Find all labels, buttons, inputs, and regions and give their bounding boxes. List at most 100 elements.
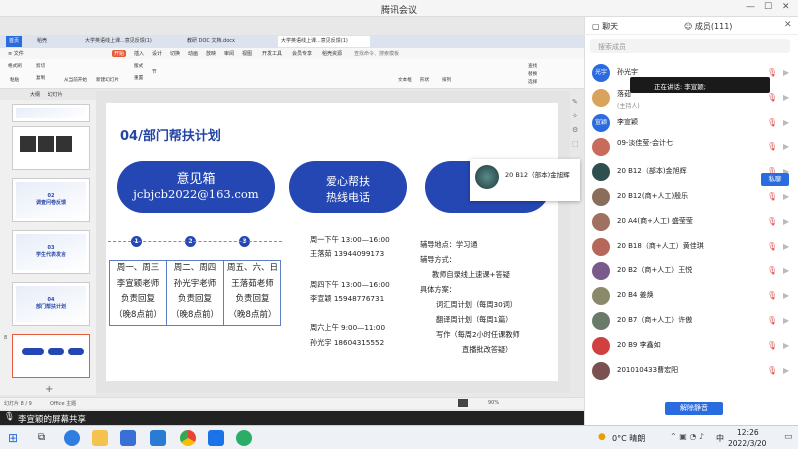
menu-resources[interactable]: 稻壳资源 — [322, 50, 342, 57]
ribbon-select[interactable]: 选择 — [528, 79, 537, 85]
member-row[interactable]: 20 B18（商+人工）黄佳琪 🎙︎ ▶ — [584, 235, 798, 258]
search-command[interactable]: 查找命令、搜索模板 — [354, 50, 399, 57]
file-explorer-icon[interactable] — [92, 430, 108, 446]
tab-chat[interactable]: ▢ 聊天 — [592, 21, 618, 32]
member-row[interactable]: 20 B9 李鑫如 🎙︎ ▶ — [584, 334, 798, 357]
camera-icon[interactable]: ▶ — [783, 93, 789, 102]
ribbon-paste[interactable]: 粘贴 — [10, 77, 19, 83]
select-icon[interactable]: ⬚ — [572, 137, 582, 151]
member-row[interactable]: 20 B7（商+人工）许傲 🎙︎ ▶ — [584, 309, 798, 332]
member-row[interactable]: 20 A4(商+人工) 盛莹莹 🎙︎ ▶ — [584, 210, 798, 233]
play-icon[interactable] — [458, 399, 468, 407]
store-icon[interactable] — [120, 430, 136, 446]
menu-view[interactable]: 视图 — [242, 50, 252, 57]
thumbnail-current[interactable]: 8 — [4, 334, 90, 378]
mic-muted-icon[interactable]: 🎙︎ — [767, 118, 777, 127]
tab-doc-1[interactable]: 大学英语线上课...意见反馈(1) — [82, 36, 178, 47]
mic-muted-icon[interactable]: 🎙︎ — [767, 217, 777, 226]
tab-members[interactable]: ☺ 成员(111) — [684, 21, 732, 32]
ribbon-replace[interactable]: 替换 — [528, 71, 537, 77]
mic-muted-icon[interactable]: 🎙︎ — [767, 68, 777, 77]
mic-muted-icon[interactable]: 🎙︎ — [767, 266, 777, 275]
thumbnail-3[interactable]: 02 调查问卷反馈 — [12, 178, 90, 222]
private-chat-button[interactable]: 私聊 — [761, 173, 789, 186]
chrome-icon[interactable] — [180, 430, 196, 446]
edge-icon[interactable] — [64, 430, 80, 446]
mic-muted-icon[interactable]: 🎙︎ — [767, 242, 777, 251]
member-row[interactable]: 20 B2（商+人工）王悦 🎙︎ ▶ — [584, 259, 798, 282]
menu-animation[interactable]: 动画 — [188, 50, 198, 57]
camera-icon[interactable]: ▶ — [783, 366, 789, 375]
tab-docx[interactable]: 教研 DOC 文档.docx — [184, 36, 272, 47]
tab-daoke[interactable]: 稻壳 — [34, 36, 50, 47]
ribbon-from-current[interactable]: 从当前开始 — [64, 77, 87, 83]
menu-review[interactable]: 审阅 — [224, 50, 234, 57]
ribbon-layout[interactable]: 版式 — [134, 63, 143, 69]
ribbon-reset[interactable]: 重置 — [134, 75, 143, 81]
style-icon[interactable]: ✎ — [572, 95, 582, 109]
ribbon-format-painter[interactable]: 格式刷 — [8, 63, 22, 69]
tab-outline[interactable]: 大纲 — [30, 92, 40, 98]
thumbnail-2[interactable] — [12, 126, 90, 170]
thumbnail-5[interactable]: 04 部门帮扶计划 — [12, 282, 90, 326]
property-icon[interactable]: ⚙ — [572, 123, 582, 137]
member-search-input[interactable]: 搜索成员 — [590, 39, 790, 53]
ribbon-arrange[interactable]: 排列 — [442, 77, 451, 83]
clock-time[interactable]: 12:26 — [737, 428, 759, 437]
minimize-icon[interactable]: — — [746, 2, 755, 12]
member-row[interactable]: 20 B4 姜焕 🎙︎ ▶ — [584, 284, 798, 307]
mic-muted-icon[interactable]: 🎙︎ — [767, 316, 777, 325]
mic-muted-icon[interactable]: 🎙︎ — [767, 291, 777, 300]
member-row[interactable]: 20 B12(商+人工)殷乐 🎙︎ ▶ — [584, 185, 798, 208]
notification-icon[interactable]: ▭ — [784, 432, 793, 442]
tab-doc-active[interactable]: 大学英语线上课...意见反馈(1) — [278, 36, 370, 47]
speaker-video-popup[interactable]: 20 B12（部本)金旭辉 — [470, 159, 580, 201]
windows-start-icon[interactable]: ⊞ — [8, 431, 18, 445]
camera-icon[interactable]: ▶ — [783, 316, 789, 325]
tencent-meeting-icon[interactable] — [208, 430, 224, 446]
menu-insert[interactable]: 插入 — [134, 50, 144, 57]
camera-icon[interactable]: ▶ — [783, 266, 789, 275]
close-icon[interactable]: ✕ — [782, 2, 790, 12]
member-row[interactable]: 09-淡佳莹-会计七 🎙︎ ▶ — [584, 135, 798, 158]
ribbon-cut[interactable]: 剪切 — [36, 63, 45, 69]
ribbon-textbox[interactable]: 文本框 — [398, 77, 412, 83]
tray-icons[interactable]: ⌃ ▣ ◔ ♪ — [670, 432, 704, 441]
close-panel-icon[interactable]: ✕ — [784, 20, 792, 30]
tab-home[interactable]: 首页 — [6, 36, 23, 47]
camera-icon[interactable]: ▶ — [783, 217, 789, 226]
thumbnail-1[interactable] — [12, 104, 90, 122]
file-menu-icon[interactable]: ≡ 文件 — [8, 50, 24, 57]
member-row[interactable]: 201010433曹宏阳 🎙︎ ▶ — [584, 359, 798, 382]
ribbon-find[interactable]: 查找 — [528, 63, 537, 69]
camera-icon[interactable]: ▶ — [783, 341, 789, 350]
ribbon-section[interactable]: 节 — [152, 69, 157, 75]
camera-icon[interactable]: ▶ — [783, 68, 789, 77]
mic-muted-icon[interactable]: 🎙︎ — [767, 341, 777, 350]
camera-icon[interactable]: ▶ — [783, 291, 789, 300]
camera-icon[interactable]: ▶ — [783, 118, 789, 127]
mail-icon[interactable] — [150, 430, 166, 446]
mic-muted-icon[interactable]: 🎙︎ — [767, 366, 777, 375]
ribbon-new-slide[interactable]: 新建幻灯片 — [96, 77, 119, 83]
camera-icon[interactable]: ▶ — [783, 142, 789, 151]
menu-member[interactable]: 会员专享 — [292, 50, 312, 57]
mic-muted-icon[interactable]: 🎙︎ — [767, 142, 777, 151]
mic-muted-icon[interactable]: 🎙︎ — [767, 192, 777, 201]
ribbon-shape[interactable]: 形状 — [420, 77, 429, 83]
camera-icon[interactable]: ▶ — [783, 192, 789, 201]
task-view-icon[interactable]: ⧉ — [38, 432, 45, 443]
ime-indicator[interactable]: 中 — [716, 433, 724, 444]
camera-icon[interactable]: ▶ — [783, 242, 789, 251]
unmute-all-button[interactable]: 解除静音 — [665, 402, 723, 415]
animation-icon[interactable]: ✧ — [572, 109, 582, 123]
ribbon-copy[interactable]: 复制 — [36, 75, 45, 81]
maximize-icon[interactable]: ☐ — [764, 2, 772, 12]
menu-design[interactable]: 设计 — [152, 50, 162, 57]
thumbnail-4[interactable]: 03 学生代表发言 — [12, 230, 90, 274]
menu-transition[interactable]: 切换 — [170, 50, 180, 57]
member-row[interactable]: 宣颖 李宣颖 🎙︎ ▶ — [584, 111, 798, 134]
clock-date[interactable]: 2022/3/20 — [728, 439, 766, 448]
mic-muted-icon[interactable]: 🎙︎ — [767, 93, 777, 102]
tab-slides[interactable]: 幻灯片 — [48, 92, 63, 98]
